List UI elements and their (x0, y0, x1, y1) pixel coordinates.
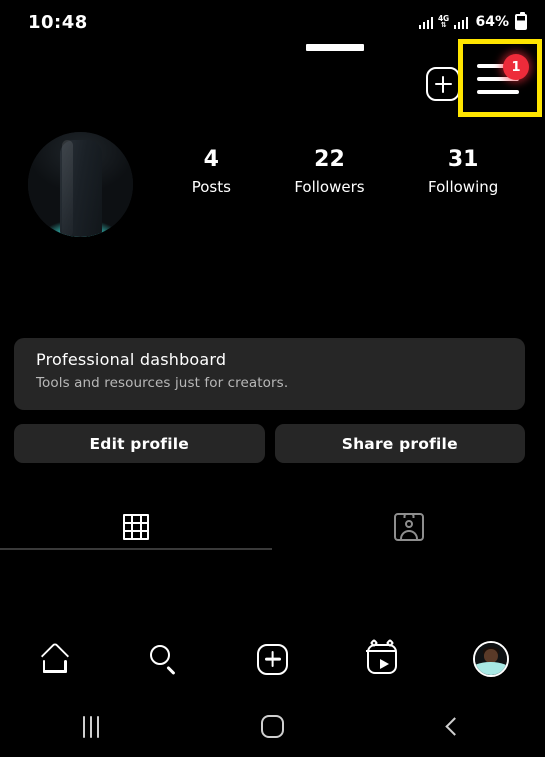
system-back-button[interactable] (363, 696, 545, 757)
edit-profile-button[interactable]: Edit profile (14, 424, 265, 463)
hamburger-menu-button[interactable]: 1 (477, 54, 529, 98)
battery-icon (515, 12, 527, 30)
stat-count: 22 (314, 147, 345, 172)
network-arrows-icon: ⇅ (440, 21, 447, 30)
menu-button-highlight: 1 (458, 39, 542, 117)
tab-tagged[interactable] (273, 498, 545, 556)
share-profile-button[interactable]: Share profile (274, 424, 525, 463)
home-square-icon (261, 715, 284, 738)
recents-icon (82, 715, 99, 738)
menu-notification-badge: 1 (503, 54, 529, 80)
add-post-button[interactable] (426, 67, 460, 101)
phone-screen: 10:48 4G ⇅ 64% 1 4 Posts 22 Followers 31… (0, 0, 545, 757)
professional-dashboard-card[interactable]: Professional dashboard Tools and resourc… (14, 338, 525, 410)
status-time: 10:48 (28, 11, 88, 33)
status-bar: 10:48 4G ⇅ 64% (0, 0, 545, 44)
profile-row: 4 Posts 22 Followers 31 Following (0, 132, 545, 244)
system-recents-button[interactable] (0, 696, 182, 757)
system-home-button[interactable] (182, 696, 364, 757)
profile-avatar-icon (472, 641, 509, 677)
plus-square-icon (257, 643, 288, 675)
reels-icon (365, 638, 397, 674)
tagged-person-icon (393, 512, 424, 541)
profile-action-buttons: Edit profile Share profile (14, 424, 525, 463)
nav-profile[interactable] (436, 626, 545, 692)
nav-reels[interactable] (327, 626, 436, 692)
battery-percent-label: 64% (475, 14, 509, 30)
stat-label: Followers (294, 177, 365, 196)
stat-label: Following (428, 177, 499, 196)
stat-posts[interactable]: 4 Posts (192, 146, 231, 196)
bottom-navigation-bar (0, 626, 545, 692)
profile-avatar[interactable] (28, 132, 133, 237)
dashboard-title: Professional dashboard (36, 350, 227, 369)
nav-search[interactable] (109, 626, 218, 692)
active-tab-indicator (0, 548, 272, 550)
grid-icon (123, 514, 150, 540)
stat-count: 4 (203, 147, 219, 172)
cellular-signal-icon (418, 16, 433, 29)
profile-stats: 4 Posts 22 Followers 31 Following (160, 146, 530, 196)
nav-create[interactable] (218, 626, 327, 692)
search-icon (149, 644, 179, 676)
dashboard-subtitle: Tools and resources just for creators. (36, 375, 289, 391)
back-chevron-icon (444, 717, 464, 736)
stat-label: Posts (191, 177, 231, 196)
home-icon (40, 641, 70, 673)
stat-followers[interactable]: 22 Followers (294, 146, 364, 196)
cellular-signal-icon-2 (453, 16, 469, 29)
system-navigation-bar (0, 696, 545, 757)
screen-recording-indicator (306, 44, 364, 51)
status-indicators: 4G ⇅ 64% (418, 12, 527, 30)
stat-count: 31 (447, 147, 479, 172)
network-type-icon: 4G ⇅ (438, 15, 449, 30)
nav-home[interactable] (0, 626, 109, 692)
stat-following[interactable]: 31 Following (428, 146, 498, 196)
